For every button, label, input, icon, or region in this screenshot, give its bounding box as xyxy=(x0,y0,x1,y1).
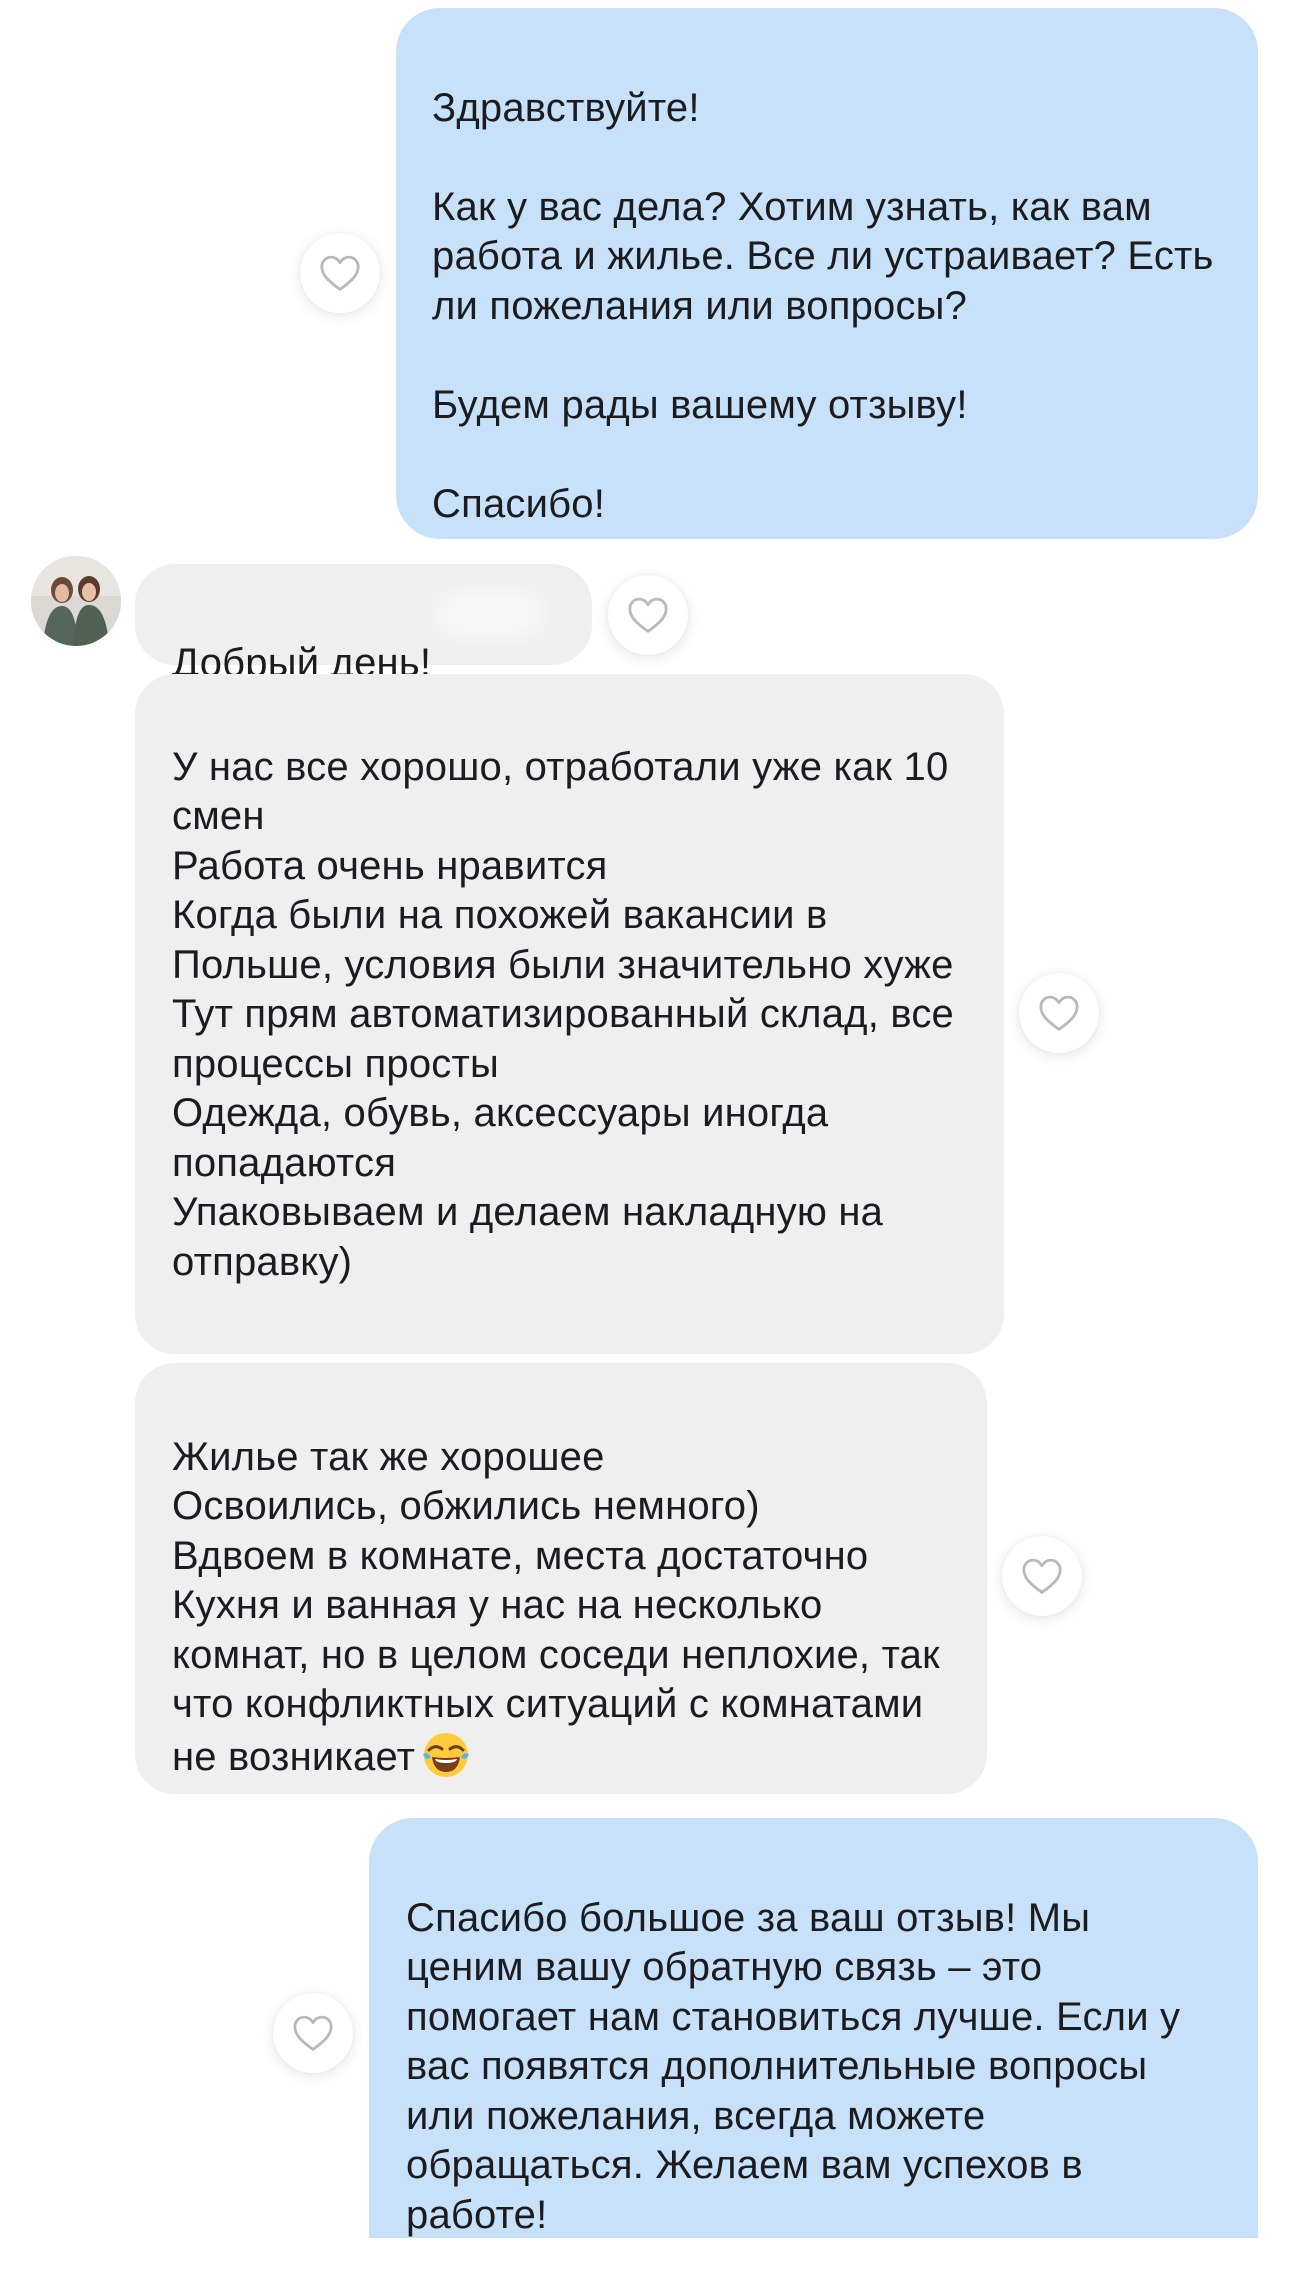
redacted-blur xyxy=(435,590,545,638)
like-button[interactable] xyxy=(608,575,688,655)
heart-outline-icon xyxy=(320,255,360,291)
incoming-message-bubble[interactable]: У нас все хорошо, отработали уже как 10 … xyxy=(135,674,1004,1354)
like-button[interactable] xyxy=(1002,1536,1082,1616)
outgoing-message-bubble[interactable]: Спасибо большое за ваш отзыв! Мы ценим в… xyxy=(369,1818,1258,2238)
outgoing-message-bubble[interactable]: Здравствуйте! Как у вас дела? Хотим узна… xyxy=(396,8,1258,539)
message-text: У нас все хорошо, отработали уже как 10 … xyxy=(172,744,954,1284)
message-text: Жилье так же хорошее Освоились, обжились… xyxy=(172,1434,940,1779)
message-text: Здравствуйте! Как у вас дела? Хотим узна… xyxy=(432,85,1214,526)
heart-outline-icon xyxy=(628,597,668,633)
incoming-message-bubble[interactable]: Добрый день! xyxy=(135,564,592,685)
like-button[interactable] xyxy=(1019,973,1099,1053)
avatar[interactable] xyxy=(31,556,121,646)
message-text: Спасибо большое за ваш отзыв! Мы ценим в… xyxy=(406,1895,1181,2237)
like-button[interactable] xyxy=(273,1993,353,2073)
user-avatar-photo xyxy=(31,556,121,646)
heart-outline-icon xyxy=(293,2015,333,2051)
heart-outline-icon xyxy=(1039,995,1079,1031)
face-with-tears-of-joy-icon xyxy=(423,1732,470,1777)
like-button[interactable] xyxy=(300,233,380,313)
heart-outline-icon xyxy=(1022,1558,1062,1594)
incoming-message-bubble[interactable]: Жилье так же хорошее Освоились, обжились… xyxy=(135,1363,987,1794)
